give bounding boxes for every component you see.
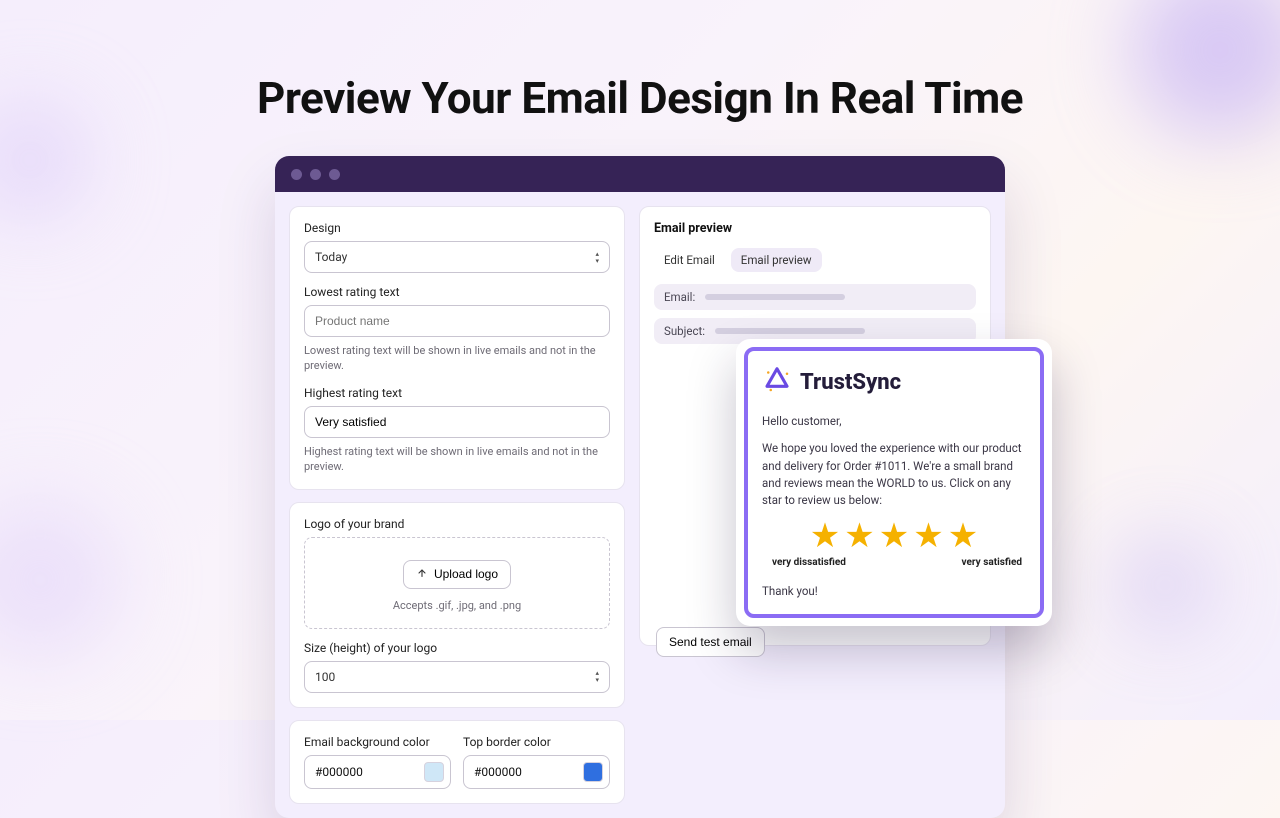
placeholder-line	[705, 294, 845, 300]
upload-accepts-text: Accepts .gif, .jpg, and .png	[315, 599, 599, 612]
highest-rating-label: Highest rating text	[304, 386, 610, 400]
email-greeting: Hello customer,	[762, 413, 1026, 430]
logo-size-select[interactable]: 100	[304, 661, 610, 693]
star-icon[interactable]: ★	[948, 519, 978, 553]
star-icon[interactable]: ★	[844, 519, 874, 553]
upload-logo-label: Upload logo	[434, 567, 498, 581]
bg-color-swatch[interactable]	[424, 762, 444, 782]
window-dot-icon	[329, 169, 340, 180]
subject-field-label: Subject:	[664, 324, 705, 338]
preview-card: Email preview Edit Email Email preview E…	[639, 206, 991, 646]
window-dot-icon	[310, 169, 321, 180]
border-color-swatch[interactable]	[583, 762, 603, 782]
email-preview-popup: TrustSync Hello customer, We hope you lo…	[736, 339, 1052, 626]
logo-size-label: Size (height) of your logo	[304, 641, 610, 655]
border-color-label: Top border color	[463, 735, 610, 749]
logo-dropzone[interactable]: Upload logo Accepts .gif, .jpg, and .png	[304, 537, 610, 629]
email-body: We hope you loved the experience with ou…	[762, 440, 1026, 509]
tab-email-preview[interactable]: Email preview	[731, 248, 822, 272]
design-select[interactable]: Today	[304, 241, 610, 273]
lowest-rating-input[interactable]	[315, 314, 599, 328]
bg-color-input[interactable]: #000000	[304, 755, 451, 789]
star-icon[interactable]: ★	[913, 519, 943, 553]
select-caret-icon	[595, 251, 599, 264]
bg-color-value: #000000	[315, 765, 363, 779]
app-window: Design Today Lowest rating text Lowest r…	[275, 156, 1005, 818]
tab-edit-email[interactable]: Edit Email	[654, 248, 725, 272]
window-dot-icon	[291, 169, 302, 180]
rating-stars: ★ ★ ★ ★ ★	[762, 519, 1026, 553]
logo-card: Logo of your brand Upload logo Accepts .…	[289, 502, 625, 708]
select-caret-icon	[595, 670, 599, 683]
design-select-value: Today	[315, 250, 347, 264]
rating-low-label: very dissatisfied	[772, 557, 846, 568]
star-icon[interactable]: ★	[879, 519, 909, 553]
placeholder-line	[715, 328, 865, 334]
page-title: Preview Your Email Design In Real Time	[0, 0, 1280, 124]
upload-icon	[416, 567, 428, 582]
brand-logo-icon	[762, 365, 792, 399]
email-field-row[interactable]: Email:	[654, 284, 976, 310]
email-thanks: Thank you!	[762, 584, 1026, 598]
logo-label: Logo of your brand	[304, 517, 610, 531]
lowest-rating-helper: Lowest rating text will be shown in live…	[304, 343, 610, 374]
upload-logo-button[interactable]: Upload logo	[403, 560, 511, 589]
lowest-rating-label: Lowest rating text	[304, 285, 610, 299]
design-label: Design	[304, 221, 610, 235]
colors-card: Email background color #000000 Top borde…	[289, 720, 625, 804]
logo-size-value: 100	[315, 670, 335, 684]
highest-rating-helper: Highest rating text will be shown in liv…	[304, 444, 610, 475]
window-titlebar	[275, 156, 1005, 192]
brand-name: TrustSync	[800, 370, 901, 395]
bg-color-label: Email background color	[304, 735, 451, 749]
send-test-email-button[interactable]: Send test email	[656, 627, 765, 657]
preview-tabs: Edit Email Email preview	[654, 248, 976, 272]
border-color-value: #000000	[474, 765, 522, 779]
border-color-input[interactable]: #000000	[463, 755, 610, 789]
highest-rating-input[interactable]	[315, 415, 599, 429]
star-icon[interactable]: ★	[810, 519, 840, 553]
email-field-label: Email:	[664, 290, 695, 304]
design-card: Design Today Lowest rating text Lowest r…	[289, 206, 625, 490]
rating-high-label: very satisfied	[962, 557, 1022, 568]
preview-title: Email preview	[654, 221, 976, 236]
